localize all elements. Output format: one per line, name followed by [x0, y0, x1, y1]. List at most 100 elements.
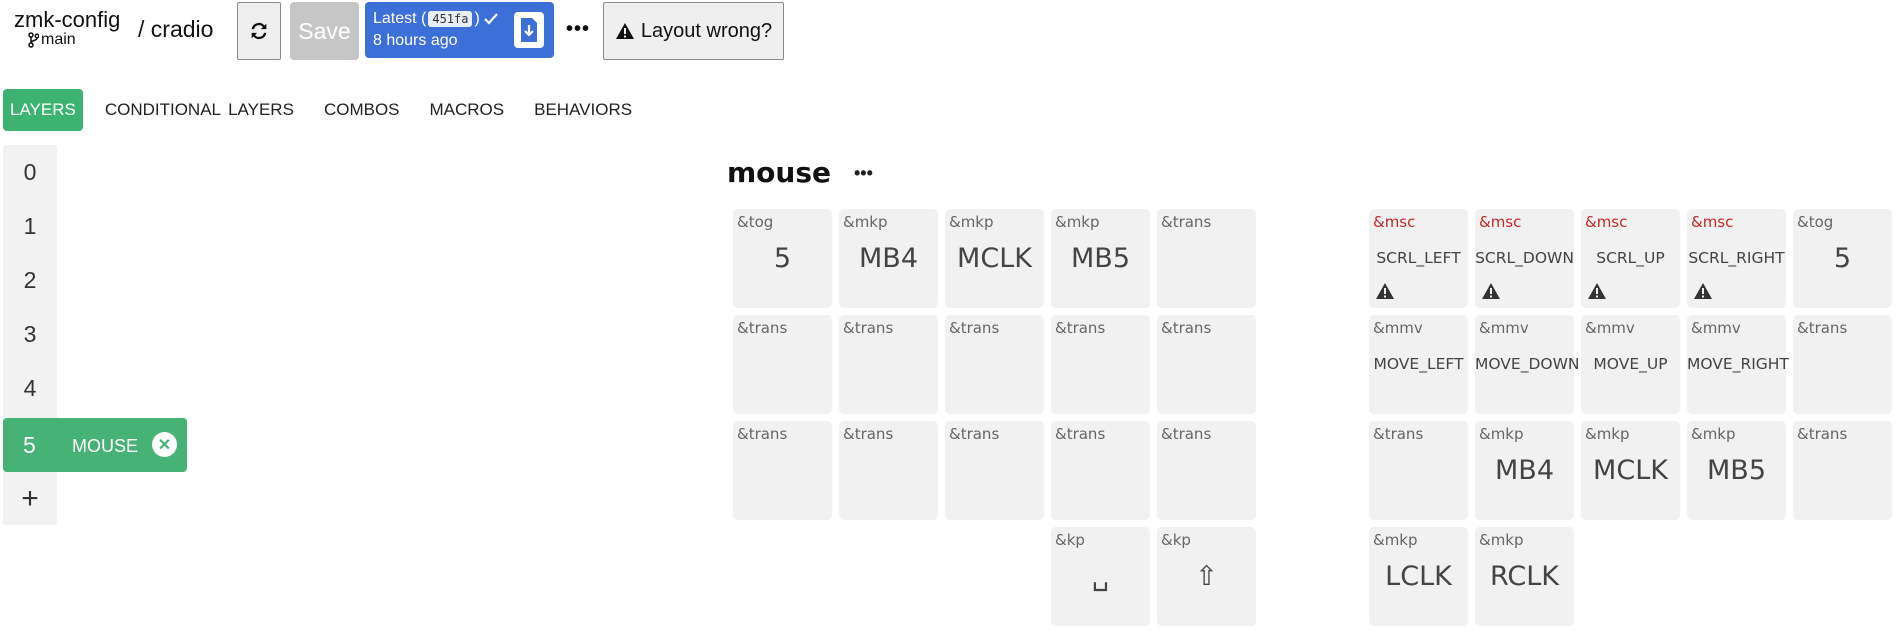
warning-icon: [615, 23, 634, 39]
key-behavior: &trans: [1161, 425, 1212, 443]
key-20[interactable]: &trans: [733, 421, 832, 520]
add-layer-button[interactable]: +: [3, 472, 57, 526]
key-19[interactable]: &trans: [1793, 315, 1892, 414]
key-param: MB5: [1071, 243, 1130, 274]
key-behavior: &msc: [1479, 213, 1522, 231]
key-behavior: &trans: [1797, 319, 1848, 337]
key-23[interactable]: &trans: [1051, 421, 1150, 520]
key-behavior: &tog: [737, 213, 774, 231]
latest-version-button[interactable]: Latest ( 451fa ) 8 hours ago: [365, 2, 554, 58]
key-behavior: &mkp: [1373, 531, 1418, 549]
key-31[interactable]: &kp ⇧: [1157, 527, 1256, 626]
layer-item-2[interactable]: 2: [3, 253, 57, 307]
key-behavior: &mmv: [1373, 319, 1423, 337]
key-behavior: &mmv: [1691, 319, 1741, 337]
key-32[interactable]: &mkp LCLK: [1369, 527, 1468, 626]
key-behavior: &trans: [949, 319, 1000, 337]
key-5[interactable]: &msc SCRL_LEFT: [1369, 209, 1468, 308]
key-behavior: &msc: [1691, 213, 1734, 231]
tab-macros[interactable]: MACROS: [418, 89, 517, 131]
key-22[interactable]: &trans: [945, 421, 1044, 520]
latest-text: Latest (: [373, 10, 427, 27]
warning-icon: [1375, 282, 1395, 305]
key-9[interactable]: &tog 5: [1793, 209, 1892, 308]
branch-name: main: [41, 31, 76, 48]
tab-conditional-layers[interactable]: CONDITIONAL LAYERS: [93, 89, 306, 131]
key-param: SCRL_DOWN: [1475, 249, 1574, 267]
warning-icon: [1587, 282, 1607, 305]
key-13[interactable]: &trans: [1051, 315, 1150, 414]
key-2[interactable]: &mkp MCLK: [945, 209, 1044, 308]
key-behavior: &trans: [949, 425, 1000, 443]
key-param: MOVE_LEFT: [1373, 355, 1464, 373]
key-17[interactable]: &mmv MOVE_UP: [1581, 315, 1680, 414]
latest-paren: ): [474, 10, 480, 27]
key-behavior: &msc: [1373, 213, 1416, 231]
key-26[interactable]: &mkp MB4: [1475, 421, 1574, 520]
key-1[interactable]: &mkp MB4: [839, 209, 938, 308]
download-button[interactable]: [514, 12, 544, 48]
key-4[interactable]: &trans: [1157, 209, 1256, 308]
key-25[interactable]: &trans: [1369, 421, 1468, 520]
key-15[interactable]: &mmv MOVE_LEFT: [1369, 315, 1468, 414]
key-11[interactable]: &trans: [839, 315, 938, 414]
key-behavior: &trans: [843, 319, 894, 337]
key-12[interactable]: &trans: [945, 315, 1044, 414]
key-behavior: &mkp: [1055, 213, 1100, 231]
repo-name[interactable]: zmk-config: [14, 8, 120, 32]
latest-label: Latest ( 451fa ): [373, 10, 499, 28]
key-6[interactable]: &msc SCRL_DOWN: [1475, 209, 1574, 308]
key-behavior: &msc: [1585, 213, 1628, 231]
save-button[interactable]: Save: [290, 2, 359, 60]
key-behavior: &mmv: [1585, 319, 1635, 337]
key-14[interactable]: &trans: [1157, 315, 1256, 414]
key-8[interactable]: &msc SCRL_RIGHT: [1687, 209, 1786, 308]
key-behavior: &mmv: [1479, 319, 1529, 337]
key-behavior: &mkp: [843, 213, 888, 231]
layer-item-3[interactable]: 3: [3, 307, 57, 361]
key-behavior: &mkp: [949, 213, 994, 231]
layer-options-button[interactable]: •••: [854, 163, 873, 184]
key-behavior: &mkp: [1691, 425, 1736, 443]
layer-item-0[interactable]: 0: [3, 145, 57, 199]
key-24[interactable]: &trans: [1157, 421, 1256, 520]
layout-wrong-button[interactable]: Layout wrong?: [603, 2, 784, 60]
key-behavior: &trans: [1373, 425, 1424, 443]
key-param: 5: [1833, 243, 1852, 274]
key-param: SCRL_LEFT: [1376, 249, 1461, 267]
layer-item-4[interactable]: 4: [3, 361, 57, 415]
key-7[interactable]: &msc SCRL_UP: [1581, 209, 1680, 308]
key-16[interactable]: &mmv MOVE_DOWN: [1475, 315, 1580, 414]
key-param: LCLK: [1385, 561, 1452, 592]
key-30[interactable]: &kp ␣: [1051, 527, 1150, 626]
key-33[interactable]: &mkp RCLK: [1475, 527, 1574, 626]
key-0[interactable]: &tog 5: [733, 209, 832, 308]
layer-name-input[interactable]: MOUSE: [72, 436, 138, 457]
key-27[interactable]: &mkp MCLK: [1581, 421, 1680, 520]
key-18[interactable]: &mmv MOVE_RIGHT: [1687, 315, 1789, 414]
key-behavior: &trans: [1161, 319, 1212, 337]
tab-combos[interactable]: COMBOS: [312, 89, 412, 131]
layer-item-5-selected[interactable]: 5 MOUSE ✕: [3, 418, 187, 472]
key-behavior: &trans: [1055, 425, 1106, 443]
key-3[interactable]: &mkp MB5: [1051, 209, 1150, 308]
keyboard-name[interactable]: / cradio: [138, 16, 213, 43]
key-29[interactable]: &trans: [1793, 421, 1892, 520]
branch-indicator[interactable]: main: [28, 31, 76, 49]
key-21[interactable]: &trans: [839, 421, 938, 520]
key-param: MB4: [859, 243, 918, 274]
more-options-button[interactable]: •••: [566, 18, 590, 41]
refresh-button[interactable]: [237, 2, 281, 60]
repo-name-text: zmk-config: [14, 7, 121, 32]
layout-wrong-label: Layout wrong?: [640, 19, 773, 42]
key-behavior: &trans: [1161, 213, 1212, 231]
branch-icon: [28, 32, 39, 48]
key-10[interactable]: &trans: [733, 315, 832, 414]
key-28[interactable]: &mkp MB5: [1687, 421, 1786, 520]
remove-layer-icon[interactable]: ✕: [152, 432, 177, 457]
key-param: SCRL_RIGHT: [1688, 249, 1785, 267]
key-behavior: &mkp: [1585, 425, 1630, 443]
tab-layers[interactable]: LAYERS: [3, 89, 83, 131]
layer-item-1[interactable]: 1: [3, 199, 57, 253]
tab-behaviors[interactable]: BEHAVIORS: [522, 89, 644, 131]
